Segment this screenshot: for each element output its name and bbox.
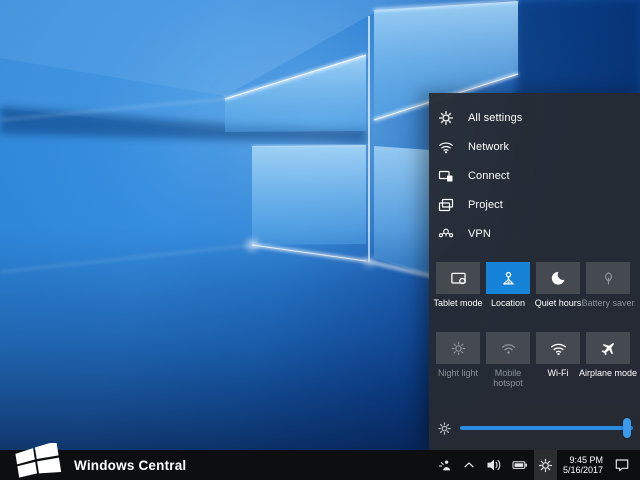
tile-label: Battery saver — [581, 298, 634, 308]
menu-item-all-settings[interactable]: All settings — [429, 103, 640, 132]
menu-item-connect[interactable]: Connect — [429, 161, 640, 190]
tile-wifi[interactable]: Wi-Fi — [536, 332, 580, 388]
mobile-hotspot-icon[interactable] — [486, 332, 530, 364]
gear-icon — [438, 110, 454, 126]
tile-tablet-mode[interactable]: Tablet mode — [436, 262, 480, 308]
tile-label: Location — [491, 298, 525, 308]
windows-flag-logo — [12, 443, 64, 479]
menu-item-label: Project — [468, 199, 503, 211]
tablet-mode-icon[interactable] — [436, 262, 480, 294]
wifi-icon[interactable] — [536, 332, 580, 364]
clock-date: 5/16/2017 — [563, 465, 603, 476]
tile-quiet-hours[interactable]: Quiet hours — [536, 262, 580, 308]
menu-item-label: All settings — [468, 112, 522, 124]
menu-item-label: Connect — [468, 170, 510, 182]
tile-night-light[interactable]: Night light — [436, 332, 480, 388]
night-light-sun-icon[interactable] — [436, 332, 480, 364]
action-center-panel: All settings Network Connect Project — [429, 93, 640, 450]
desktop: All settings Network Connect Project — [0, 0, 640, 480]
menu-item-vpn[interactable]: VPN — [429, 219, 640, 248]
battery-icon[interactable] — [507, 450, 534, 480]
quick-actions-row-1: Tablet mode Location Quiet hours Battery… — [436, 262, 630, 308]
airplane-icon[interactable] — [586, 332, 630, 364]
tile-label: Tablet mode — [433, 298, 482, 308]
taskbar: Windows Central 9:45 PM 5/16/2017 — [0, 450, 640, 480]
menu-item-project[interactable]: Project — [429, 190, 640, 219]
clock-time: 9:45 PM — [569, 455, 603, 466]
tile-label: Night light — [438, 368, 478, 378]
tile-airplane-mode[interactable]: Airplane mode — [586, 332, 630, 388]
taskbar-clock[interactable]: 9:45 PM 5/16/2017 — [557, 450, 609, 480]
hidden-icons-chevron-icon[interactable] — [457, 450, 481, 480]
menu-item-label: VPN — [468, 228, 491, 240]
quiet-hours-moon-icon[interactable] — [536, 262, 580, 294]
tile-label: Quiet hours — [535, 298, 582, 308]
project-icon — [438, 197, 454, 213]
battery-saver-leaf-icon[interactable] — [586, 262, 630, 294]
tile-label: Mobile hotspot — [486, 368, 530, 388]
brightness-slider[interactable] — [460, 418, 633, 438]
brightness-slider-row — [437, 417, 633, 439]
tile-location[interactable]: Location — [486, 262, 530, 308]
connect-icon — [438, 168, 454, 184]
location-icon[interactable] — [486, 262, 530, 294]
action-center-icon[interactable] — [609, 450, 635, 480]
menu-item-network[interactable]: Network — [429, 132, 640, 161]
brightness-slider-track[interactable] — [460, 426, 633, 430]
brightness-slider-thumb[interactable] — [623, 418, 631, 438]
menu-item-label: Network — [468, 141, 509, 153]
tile-label: Airplane mode — [579, 368, 637, 378]
tile-battery-saver[interactable]: Battery saver — [586, 262, 630, 308]
tray-people-icon[interactable] — [432, 450, 457, 480]
windows-central-branding: Windows Central — [12, 451, 186, 479]
quick-actions-row-2: Night light Mobile hotspot Wi-Fi Airplan… — [436, 332, 630, 388]
brightness-sun-icon — [437, 421, 452, 436]
system-tray: 9:45 PM 5/16/2017 — [432, 450, 640, 480]
windows-central-label: Windows Central — [74, 458, 186, 473]
volume-icon[interactable] — [481, 450, 507, 480]
vpn-icon — [438, 226, 454, 242]
tile-label: Wi-Fi — [548, 368, 569, 378]
quick-links-menu: All settings Network Connect Project — [429, 103, 640, 248]
tile-mobile-hotspot[interactable]: Mobile hotspot — [486, 332, 530, 388]
tray-settings-gear-icon[interactable] — [534, 450, 557, 480]
network-wifi-icon — [438, 139, 454, 155]
